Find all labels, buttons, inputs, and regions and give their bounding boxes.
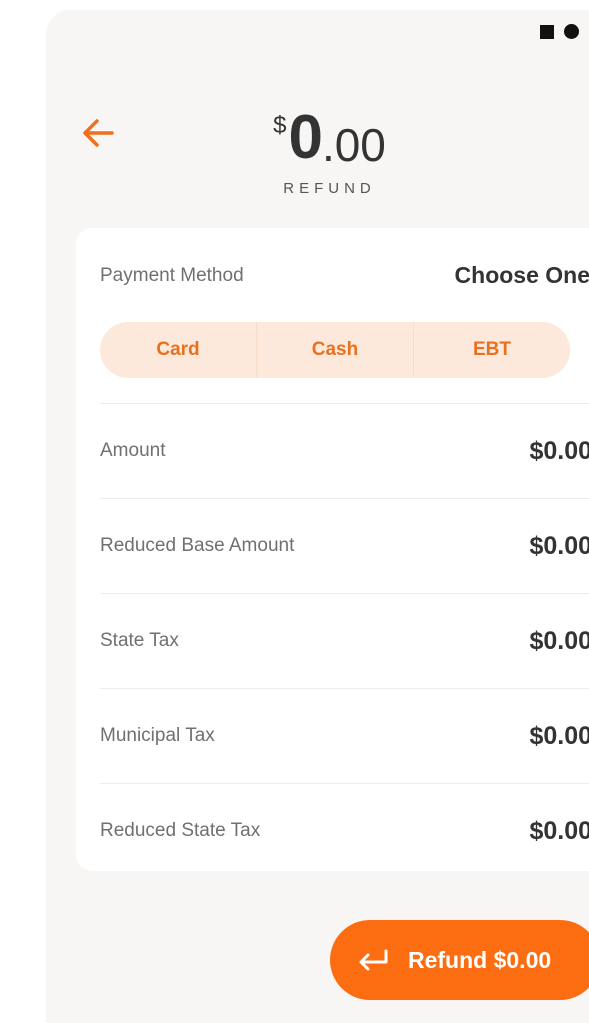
row-value: $0.00 bbox=[529, 531, 589, 560]
app-screen: $ 0 .00 REFUND Payment Method Choose One… bbox=[46, 10, 589, 1023]
row-value: $0.00 bbox=[529, 816, 589, 845]
refund-details-card: Payment Method Choose One Card Cash EBT … bbox=[76, 228, 589, 871]
payment-method-value: Choose One bbox=[454, 262, 589, 288]
amount-cents: .00 bbox=[321, 119, 386, 171]
row-label: Reduced Base Amount bbox=[100, 535, 295, 556]
square-icon bbox=[540, 24, 554, 39]
summary-row-amount: Amount $0.00 bbox=[100, 403, 589, 498]
refund-button-label: Refund $0.00 bbox=[408, 946, 552, 973]
payment-method-selector: Card Cash EBT bbox=[100, 322, 570, 378]
payment-method-label: Payment Method bbox=[100, 264, 244, 286]
refund-button[interactable]: Refund $0.00 bbox=[330, 920, 589, 1000]
row-label: State Tax bbox=[100, 630, 179, 651]
row-value: $0.00 bbox=[529, 626, 589, 655]
payment-option-card[interactable]: Card bbox=[100, 322, 257, 378]
refund-amount-header: $ 0 .00 REFUND bbox=[46, 106, 589, 198]
status-bar bbox=[540, 24, 579, 39]
row-label: Municipal Tax bbox=[100, 725, 215, 746]
payment-method-row: Payment Method Choose One bbox=[100, 262, 589, 289]
payment-option-cash[interactable]: Cash bbox=[257, 322, 414, 378]
summary-row-municipal-tax: Municipal Tax $0.00 bbox=[100, 688, 589, 783]
summary-list: Amount $0.00 Reduced Base Amount $0.00 S… bbox=[100, 403, 589, 878]
refund-label: REFUND bbox=[283, 180, 376, 197]
row-value: $0.00 bbox=[529, 721, 589, 750]
summary-row-reduced-base-amount: Reduced Base Amount $0.00 bbox=[100, 498, 589, 593]
refund-amount: $ 0 .00 bbox=[273, 106, 386, 170]
return-arrow-icon bbox=[359, 949, 388, 971]
circle-icon bbox=[564, 24, 579, 39]
summary-row-reduced-state-tax: Reduced State Tax $0.00 bbox=[100, 783, 589, 878]
row-value: $0.00 bbox=[529, 436, 589, 465]
amount-dollars: 0 bbox=[288, 103, 322, 172]
row-label: Amount bbox=[100, 440, 166, 461]
row-label: Reduced State Tax bbox=[100, 820, 261, 841]
summary-row-state-tax: State Tax $0.00 bbox=[100, 593, 589, 688]
currency-symbol: $ bbox=[273, 112, 287, 139]
payment-option-ebt[interactable]: EBT bbox=[414, 322, 570, 378]
